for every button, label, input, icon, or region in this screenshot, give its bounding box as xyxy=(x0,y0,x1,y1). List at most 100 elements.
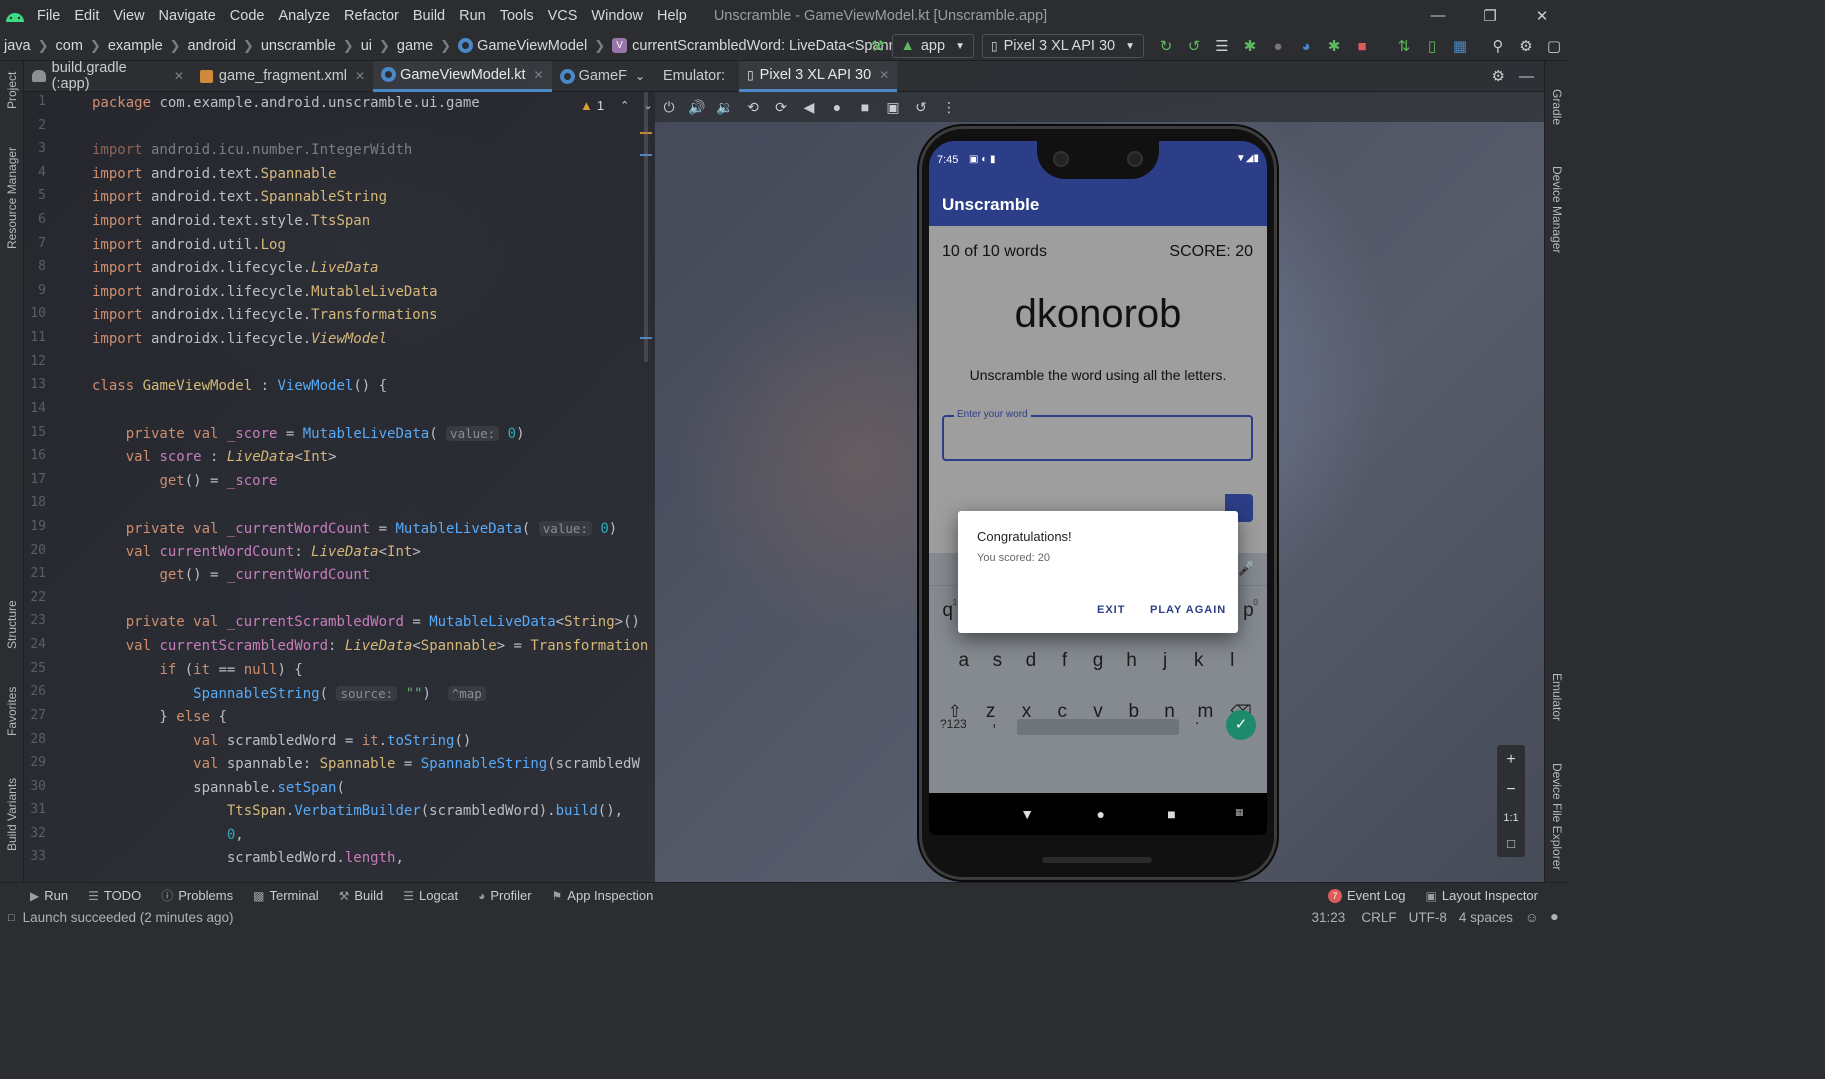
breadcrumb-item[interactable]: GameViewModel xyxy=(477,38,587,54)
breadcrumb-item[interactable]: unscramble xyxy=(261,38,336,54)
tool-tab-emulator[interactable]: Emulator xyxy=(1550,673,1564,721)
keyboard-switch-icon[interactable]: ▦ xyxy=(1235,807,1244,818)
overview-icon[interactable]: ■ xyxy=(851,99,879,115)
chevron-down-icon[interactable]: ⌄ xyxy=(635,69,645,83)
rotate-left-icon[interactable]: ⟲ xyxy=(739,99,767,116)
tool-tab-favorites[interactable]: Favorites xyxy=(5,687,19,736)
menu-analyze[interactable]: Analyze xyxy=(271,8,337,24)
caret-position[interactable]: 31:23 xyxy=(1312,910,1346,925)
stop-icon[interactable]: ■ xyxy=(1348,31,1376,61)
close-icon[interactable]: ✕ xyxy=(534,68,544,82)
tool-todo[interactable]: ☰ TODO xyxy=(88,888,141,903)
key-comma[interactable]: , xyxy=(992,713,996,731)
tool-tab-device-file-explorer[interactable]: Device File Explorer xyxy=(1550,763,1564,870)
device-dropdown[interactable]: ▯ Pixel 3 XL API 30 ▼ xyxy=(981,34,1144,58)
tab-emulator-device[interactable]: ▯ Pixel 3 XL API 30 ✕ xyxy=(739,60,898,92)
scrollbar-thumb[interactable] xyxy=(644,92,648,362)
tab-game-fragment-xml[interactable]: game_fragment.xml ✕ xyxy=(192,61,373,92)
sync-gradle-icon[interactable]: ⇅ xyxy=(1390,31,1418,61)
restore-icon[interactable]: ❐ xyxy=(1464,0,1516,31)
zoom-out-icon[interactable]: − xyxy=(1506,781,1515,799)
key-z[interactable]: z xyxy=(973,692,1009,732)
tool-tab-build-variants[interactable]: Build Variants xyxy=(5,778,19,851)
tool-event-log[interactable]: 7 Event Log xyxy=(1327,888,1406,903)
tool-logcat[interactable]: ☰ Logcat xyxy=(403,888,458,903)
build-hammer-icon[interactable]: ⚒ xyxy=(864,31,892,61)
recents-square-icon[interactable]: ■ xyxy=(1167,806,1175,822)
file-encoding[interactable]: UTF-8 xyxy=(1409,910,1447,925)
home-icon[interactable]: ● xyxy=(823,99,851,115)
play-again-button[interactable]: PLAY AGAIN xyxy=(1150,604,1226,616)
enter-check-icon[interactable]: ✓ xyxy=(1226,710,1256,740)
gear-icon[interactable]: ⚙ xyxy=(1492,67,1505,85)
power-icon[interactable]: ⏻ xyxy=(655,99,683,116)
menu-run[interactable]: Run xyxy=(452,8,493,24)
tool-tab-structure[interactable]: Structure xyxy=(5,600,19,649)
account-icon[interactable]: ▢ xyxy=(1540,31,1568,61)
avd-manager-icon[interactable]: ▯ xyxy=(1418,31,1446,61)
tool-layout-inspector[interactable]: ▣ Layout Inspector xyxy=(1426,888,1538,903)
phone-screen[interactable]: 7:45 ▣ ◐ ▮ ▼◢▮ Unscramble 10 of 10 words… xyxy=(929,141,1267,835)
menu-tools[interactable]: Tools xyxy=(493,8,541,24)
menu-file[interactable]: File xyxy=(30,8,67,24)
volume-down-icon[interactable]: 🔉 xyxy=(711,99,739,116)
indent-setting[interactable]: 4 spaces xyxy=(1459,910,1513,925)
menu-navigate[interactable]: Navigate xyxy=(152,8,223,24)
key-g[interactable]: g xyxy=(1081,641,1115,681)
apply-changes-icon[interactable]: ↻ xyxy=(1152,31,1180,61)
key-s[interactable]: s xyxy=(981,641,1015,681)
close-icon[interactable]: ✕ xyxy=(174,69,184,83)
editor-scrollbar[interactable] xyxy=(640,92,652,882)
camera-icon[interactable]: ▣ xyxy=(879,99,907,116)
sdk-manager-icon[interactable]: ▦ xyxy=(1446,31,1474,61)
tool-tab-gradle[interactable]: Gradle xyxy=(1550,89,1564,125)
tool-app-inspection[interactable]: ⚑ App Inspection xyxy=(552,888,654,903)
tool-run[interactable]: ▶ Run xyxy=(30,888,68,903)
volume-up-icon[interactable]: 🔊 xyxy=(683,99,711,116)
breadcrumb-item[interactable]: game xyxy=(397,38,433,54)
line-separator[interactable]: CRLF xyxy=(1361,910,1396,925)
apply-code-changes-icon[interactable]: ↺ xyxy=(1180,31,1208,61)
tool-profiler[interactable]: ◕ Profiler xyxy=(478,888,531,903)
menu-view[interactable]: View xyxy=(106,8,151,24)
tool-problems[interactable]: ⓘ Problems xyxy=(161,887,233,904)
key-a[interactable]: a xyxy=(947,641,981,681)
feedback-icon[interactable]: ☺ xyxy=(1525,910,1539,925)
breadcrumb-item[interactable]: java xyxy=(4,38,31,54)
notifications-icon[interactable]: ⚫ xyxy=(1549,910,1560,926)
tool-tab-device-manager[interactable]: Device Manager xyxy=(1550,166,1564,253)
tool-tab-project[interactable]: Project xyxy=(5,72,19,109)
coverage-icon[interactable]: ☰ xyxy=(1208,31,1236,61)
microphone-icon[interactable]: 🎤 xyxy=(1238,560,1255,577)
zoom-fit-icon[interactable]: □ xyxy=(1507,836,1515,851)
key-d[interactable]: d xyxy=(1014,641,1048,681)
menu-window[interactable]: Window xyxy=(584,8,650,24)
rotate-right-icon[interactable]: ⟳ xyxy=(767,99,795,116)
back-triangle-icon[interactable]: ▼ xyxy=(1020,806,1034,822)
key-h[interactable]: h xyxy=(1115,641,1149,681)
code-editor[interactable]: 1 2 3 4 5 6 7 8 9 10 11 12 13 14 15 16 1… xyxy=(24,92,655,882)
tool-build[interactable]: ⚒ Build xyxy=(339,888,384,903)
attach-debugger-icon[interactable]: ● xyxy=(1264,31,1292,61)
key-period[interactable]: . xyxy=(1195,711,1199,729)
chevron-up-icon[interactable]: ⌃ xyxy=(620,99,629,112)
breadcrumb-item[interactable]: android xyxy=(188,38,236,54)
key-j[interactable]: j xyxy=(1148,641,1182,681)
run-config-dropdown[interactable]: ▲ app ▼ xyxy=(891,34,974,58)
breadcrumb-item[interactable]: example xyxy=(108,38,163,54)
home-circle-icon[interactable]: ● xyxy=(1096,806,1104,822)
tab-build-gradle[interactable]: build.gradle (:app) ✕ xyxy=(24,60,192,92)
debug-icon[interactable]: ✱ xyxy=(1236,31,1264,61)
exit-button[interactable]: EXIT xyxy=(1097,604,1125,616)
breadcrumb-item[interactable]: com xyxy=(56,38,83,54)
back-icon[interactable]: ◀ xyxy=(795,99,823,116)
tool-tab-resource-manager[interactable]: Resource Manager xyxy=(5,147,19,249)
menu-build[interactable]: Build xyxy=(406,8,452,24)
breadcrumb-item[interactable]: ui xyxy=(361,38,372,54)
gear-icon[interactable]: ⚙ xyxy=(1512,31,1540,61)
snapshot-icon[interactable]: ↺ xyxy=(907,99,935,116)
profile-icon[interactable]: ◕ xyxy=(1292,31,1320,61)
tab-game-fragment[interactable]: GameF xyxy=(552,61,635,92)
menu-edit[interactable]: Edit xyxy=(67,8,106,24)
tool-terminal[interactable]: ▩ Terminal xyxy=(253,888,318,903)
